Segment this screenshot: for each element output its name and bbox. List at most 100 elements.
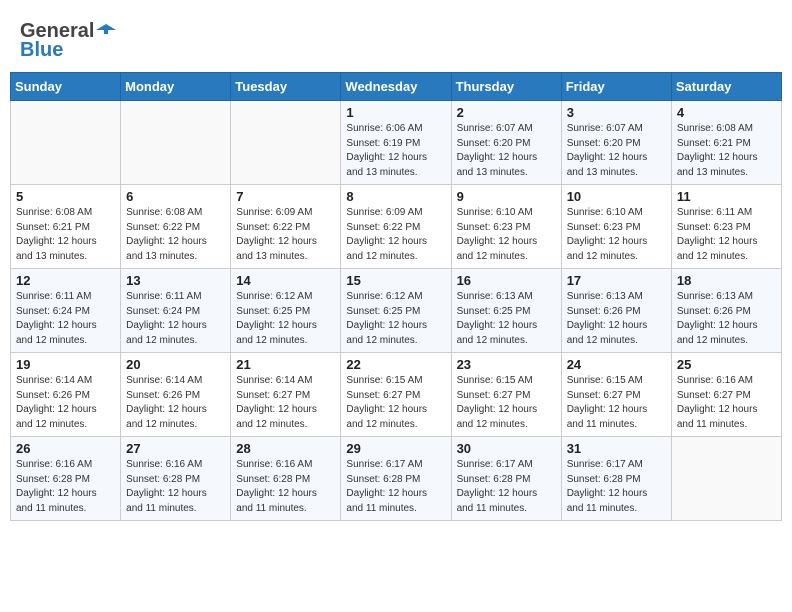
day-info: Sunrise: 6:15 AM Sunset: 6:27 PM Dayligh… xyxy=(457,374,556,432)
day-number: 27 xyxy=(126,441,225,456)
day-number: 6 xyxy=(126,189,225,204)
day-info: Sunrise: 6:16 AM Sunset: 6:28 PM Dayligh… xyxy=(236,458,335,516)
day-number: 23 xyxy=(457,357,556,372)
calendar-cell xyxy=(231,101,341,185)
day-number: 19 xyxy=(16,357,115,372)
calendar-cell: 7Sunrise: 6:09 AM Sunset: 6:22 PM Daylig… xyxy=(231,185,341,269)
day-info: Sunrise: 6:08 AM Sunset: 6:21 PM Dayligh… xyxy=(677,122,776,180)
calendar-cell: 4Sunrise: 6:08 AM Sunset: 6:21 PM Daylig… xyxy=(671,101,781,185)
weekday-header-saturday: Saturday xyxy=(671,73,781,101)
calendar-cell: 8 Sunrise: 6:09 AM Sunset: 6:22 PM Daylig… xyxy=(341,185,451,269)
day-info: Sunrise: 6:10 AM Sunset: 6:23 PM Dayligh… xyxy=(567,206,666,264)
calendar-cell: 5Sunrise: 6:08 AM Sunset: 6:21 PM Daylig… xyxy=(11,185,121,269)
day-number: 15 xyxy=(346,273,445,288)
calendar-cell: 12 Sunrise: 6:11 AM Sunset: 6:24 PM Dayli… xyxy=(11,269,121,353)
day-info: Sunrise: 6:10 AM Sunset: 6:23 PM Dayligh… xyxy=(457,206,556,264)
calendar-cell: 14Sunrise: 6:12 AM Sunset: 6:25 PM Dayli… xyxy=(231,269,341,353)
day-info: Sunrise: 6:17 AM Sunset: 6:28 PM Dayligh… xyxy=(346,458,445,516)
calendar-cell: 29 Sunrise: 6:17 AM Sunset: 6:28 PM Dayli… xyxy=(341,437,451,521)
day-number: 14 xyxy=(236,273,335,288)
calendar-week-row: 1 Sunrise: 6:06 AM Sunset: 6:19 PM Daylig… xyxy=(11,101,782,185)
day-info: Sunrise: 6:16 AM Sunset: 6:28 PM Dayligh… xyxy=(16,458,115,516)
logo-bird-icon xyxy=(96,22,116,42)
calendar-cell: 26Sunrise: 6:16 AM Sunset: 6:28 PM Dayli… xyxy=(11,437,121,521)
day-number: 18 xyxy=(677,273,776,288)
day-info: Sunrise: 6:07 AM Sunset: 6:20 PM Dayligh… xyxy=(457,122,556,180)
day-info: Sunrise: 6:16 AM Sunset: 6:27 PM Dayligh… xyxy=(677,374,776,432)
calendar-cell: 22 Sunrise: 6:15 AM Sunset: 6:27 PM Dayli… xyxy=(341,353,451,437)
calendar-cell: 16 Sunrise: 6:13 AM Sunset: 6:25 PM Dayli… xyxy=(451,269,561,353)
calendar-cell: 24 Sunrise: 6:15 AM Sunset: 6:27 PM Dayli… xyxy=(561,353,671,437)
calendar-cell xyxy=(671,437,781,521)
day-number: 25 xyxy=(677,357,776,372)
day-info: Sunrise: 6:13 AM Sunset: 6:26 PM Dayligh… xyxy=(567,290,666,348)
calendar-cell: 1 Sunrise: 6:06 AM Sunset: 6:19 PM Daylig… xyxy=(341,101,451,185)
day-number: 10 xyxy=(567,189,666,204)
day-number: 16 xyxy=(457,273,556,288)
day-info: Sunrise: 6:13 AM Sunset: 6:25 PM Dayligh… xyxy=(457,290,556,348)
day-info: Sunrise: 6:14 AM Sunset: 6:26 PM Dayligh… xyxy=(126,374,225,432)
day-info: Sunrise: 6:16 AM Sunset: 6:28 PM Dayligh… xyxy=(126,458,225,516)
calendar-cell: 17 Sunrise: 6:13 AM Sunset: 6:26 PM Dayli… xyxy=(561,269,671,353)
calendar-cell: 19Sunrise: 6:14 AM Sunset: 6:26 PM Dayli… xyxy=(11,353,121,437)
calendar-cell: 13 Sunrise: 6:11 AM Sunset: 6:24 PM Dayli… xyxy=(121,269,231,353)
calendar-cell: 11 Sunrise: 6:11 AM Sunset: 6:23 PM Dayli… xyxy=(671,185,781,269)
day-info: Sunrise: 6:15 AM Sunset: 6:27 PM Dayligh… xyxy=(567,374,666,432)
day-number: 29 xyxy=(346,441,445,456)
calendar-week-row: 19 Sunrise: 6:14 AM Sunset: 6:26 PM Dayli… xyxy=(11,353,782,437)
day-info: Sunrise: 6:07 AM Sunset: 6:20 PM Dayligh… xyxy=(567,122,666,180)
day-info: Sunrise: 6:11 AM Sunset: 6:23 PM Dayligh… xyxy=(677,206,776,264)
calendar-cell xyxy=(121,101,231,185)
day-number: 2 xyxy=(457,105,556,120)
calendar-cell: 3 Sunrise: 6:07 AM Sunset: 6:20 PM Daylig… xyxy=(561,101,671,185)
calendar-week-row: 12 Sunrise: 6:11 AM Sunset: 6:24 PM Dayli… xyxy=(11,269,782,353)
calendar-cell: 2 Sunrise: 6:07 AM Sunset: 6:20 PM Daylig… xyxy=(451,101,561,185)
day-info: Sunrise: 6:11 AM Sunset: 6:24 PM Dayligh… xyxy=(16,290,115,348)
calendar-cell: 21Sunrise: 6:14 AM Sunset: 6:27 PM Dayli… xyxy=(231,353,341,437)
calendar-header: SundayMondayTuesdayWednesdayThursdayFrid… xyxy=(11,73,782,101)
weekday-header-tuesday: Tuesday xyxy=(231,73,341,101)
day-info: Sunrise: 6:09 AM Sunset: 6:22 PM Dayligh… xyxy=(346,206,445,264)
calendar-cell: 28 Sunrise: 6:16 AM Sunset: 6:28 PM Dayli… xyxy=(231,437,341,521)
day-number: 11 xyxy=(677,189,776,204)
day-info: Sunrise: 6:17 AM Sunset: 6:28 PM Dayligh… xyxy=(567,458,666,516)
day-number: 13 xyxy=(126,273,225,288)
calendar-cell: 6Sunrise: 6:08 AM Sunset: 6:22 PM Daylig… xyxy=(121,185,231,269)
weekday-header-sunday: Sunday xyxy=(11,73,121,101)
calendar-cell xyxy=(11,101,121,185)
day-number: 12 xyxy=(16,273,115,288)
calendar-week-row: 5Sunrise: 6:08 AM Sunset: 6:21 PM Daylig… xyxy=(11,185,782,269)
calendar-cell: 15 Sunrise: 6:12 AM Sunset: 6:25 PM Dayli… xyxy=(341,269,451,353)
calendar-cell: 20 Sunrise: 6:14 AM Sunset: 6:26 PM Dayli… xyxy=(121,353,231,437)
weekday-header-row: SundayMondayTuesdayWednesdayThursdayFrid… xyxy=(11,73,782,101)
calendar-cell: 23 Sunrise: 6:15 AM Sunset: 6:27 PM Dayli… xyxy=(451,353,561,437)
day-number: 30 xyxy=(457,441,556,456)
calendar-cell: 10 Sunrise: 6:10 AM Sunset: 6:23 PM Dayli… xyxy=(561,185,671,269)
weekday-header-monday: Monday xyxy=(121,73,231,101)
calendar-cell: 30Sunrise: 6:17 AM Sunset: 6:28 PM Dayli… xyxy=(451,437,561,521)
weekday-header-friday: Friday xyxy=(561,73,671,101)
day-number: 7 xyxy=(236,189,335,204)
day-number: 20 xyxy=(126,357,225,372)
day-info: Sunrise: 6:15 AM Sunset: 6:27 PM Dayligh… xyxy=(346,374,445,432)
day-info: Sunrise: 6:06 AM Sunset: 6:19 PM Dayligh… xyxy=(346,122,445,180)
day-number: 1 xyxy=(346,105,445,120)
calendar-body: 1 Sunrise: 6:06 AM Sunset: 6:19 PM Daylig… xyxy=(11,101,782,521)
calendar-cell: 27 Sunrise: 6:16 AM Sunset: 6:28 PM Dayli… xyxy=(121,437,231,521)
calendar-table: SundayMondayTuesdayWednesdayThursdayFrid… xyxy=(10,72,782,521)
logo: General Blue xyxy=(20,20,116,62)
day-info: Sunrise: 6:11 AM Sunset: 6:24 PM Dayligh… xyxy=(126,290,225,348)
calendar-cell: 18 Sunrise: 6:13 AM Sunset: 6:26 PM Dayli… xyxy=(671,269,781,353)
day-number: 31 xyxy=(567,441,666,456)
day-number: 24 xyxy=(567,357,666,372)
day-number: 28 xyxy=(236,441,335,456)
day-number: 22 xyxy=(346,357,445,372)
day-number: 5 xyxy=(16,189,115,204)
day-info: Sunrise: 6:14 AM Sunset: 6:27 PM Dayligh… xyxy=(236,374,335,432)
day-number: 8 xyxy=(346,189,445,204)
day-number: 17 xyxy=(567,273,666,288)
day-info: Sunrise: 6:12 AM Sunset: 6:25 PM Dayligh… xyxy=(346,290,445,348)
day-number: 3 xyxy=(567,105,666,120)
calendar-week-row: 26Sunrise: 6:16 AM Sunset: 6:28 PM Dayli… xyxy=(11,437,782,521)
day-info: Sunrise: 6:13 AM Sunset: 6:26 PM Dayligh… xyxy=(677,290,776,348)
